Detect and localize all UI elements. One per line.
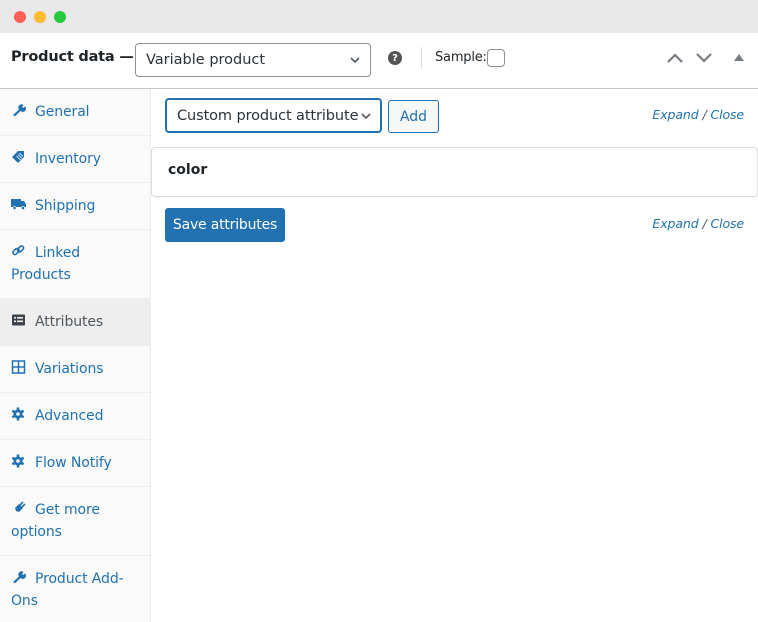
expand-all-link[interactable]: Expand (652, 216, 698, 231)
expand-all-link[interactable]: Expand (652, 107, 698, 122)
tab-advanced[interactable]: Advanced (0, 393, 150, 440)
tab-shipping[interactable]: Shipping (0, 183, 150, 230)
sample-label: Sample: (435, 50, 487, 65)
close-all-link[interactable]: Close (710, 216, 744, 231)
window-titlebar (0, 0, 758, 33)
tag-icon (12, 151, 24, 163)
product-data-header: Product data — Variable product ? Sample… (0, 33, 758, 89)
gear-icon (11, 454, 25, 468)
attributes-panel: Custom product attribute Add Expand / Cl… (151, 89, 758, 622)
product-type-select[interactable]: Variable product (135, 43, 371, 77)
attribute-select-value: Custom product attribute (177, 107, 359, 124)
close-all-link[interactable]: Close (710, 107, 744, 122)
expand-close-links-bottom: Expand / Close (652, 216, 744, 231)
truck-icon (11, 199, 26, 210)
attribute-row[interactable]: color (151, 147, 758, 197)
wrench-icon (13, 571, 26, 584)
tab-inventory[interactable]: Inventory (0, 136, 150, 183)
chevron-down-icon (361, 113, 371, 120)
attribute-name: color (168, 162, 208, 178)
list-view-icon (12, 314, 25, 326)
gear-icon (11, 407, 25, 421)
expand-close-links: Expand / Close (652, 107, 744, 122)
window-close-button[interactable] (14, 11, 26, 23)
window-minimize-button[interactable] (34, 11, 46, 23)
question-circle-icon[interactable]: ? (388, 51, 402, 65)
chevron-down-icon[interactable] (694, 51, 714, 65)
grid-icon (11, 360, 26, 374)
plug-icon (13, 501, 26, 514)
tab-flow-notify[interactable]: Flow Notify (0, 440, 150, 487)
window-maximize-button[interactable] (54, 11, 66, 23)
chevron-up-icon[interactable] (665, 51, 685, 65)
add-attribute-button[interactable]: Add (388, 100, 439, 133)
product-data-tabs: General Inventory Shipping Linked Produc… (0, 89, 151, 622)
attribute-taxonomy-select[interactable]: Custom product attribute (165, 98, 382, 133)
sample-checkbox[interactable] (487, 49, 505, 67)
wrench-icon (13, 104, 26, 117)
link-icon (12, 245, 25, 256)
tab-general[interactable]: General (0, 89, 150, 136)
tab-variations[interactable]: Variations (0, 346, 150, 393)
tab-attributes[interactable]: Attributes (0, 299, 150, 346)
tab-get-more-options[interactable]: Get more options (0, 487, 150, 556)
save-attributes-button[interactable]: Save attributes (165, 208, 285, 242)
header-divider (421, 47, 422, 69)
product-type-value: Variable product (146, 52, 266, 68)
chevron-down-icon (350, 57, 360, 64)
tab-product-add-ons[interactable]: Product Add-Ons (0, 556, 150, 622)
panel-title: Product data — (11, 49, 134, 65)
tab-linked-products[interactable]: Linked Products (0, 230, 150, 299)
toggle-panel-arrow-icon[interactable] (734, 54, 744, 61)
